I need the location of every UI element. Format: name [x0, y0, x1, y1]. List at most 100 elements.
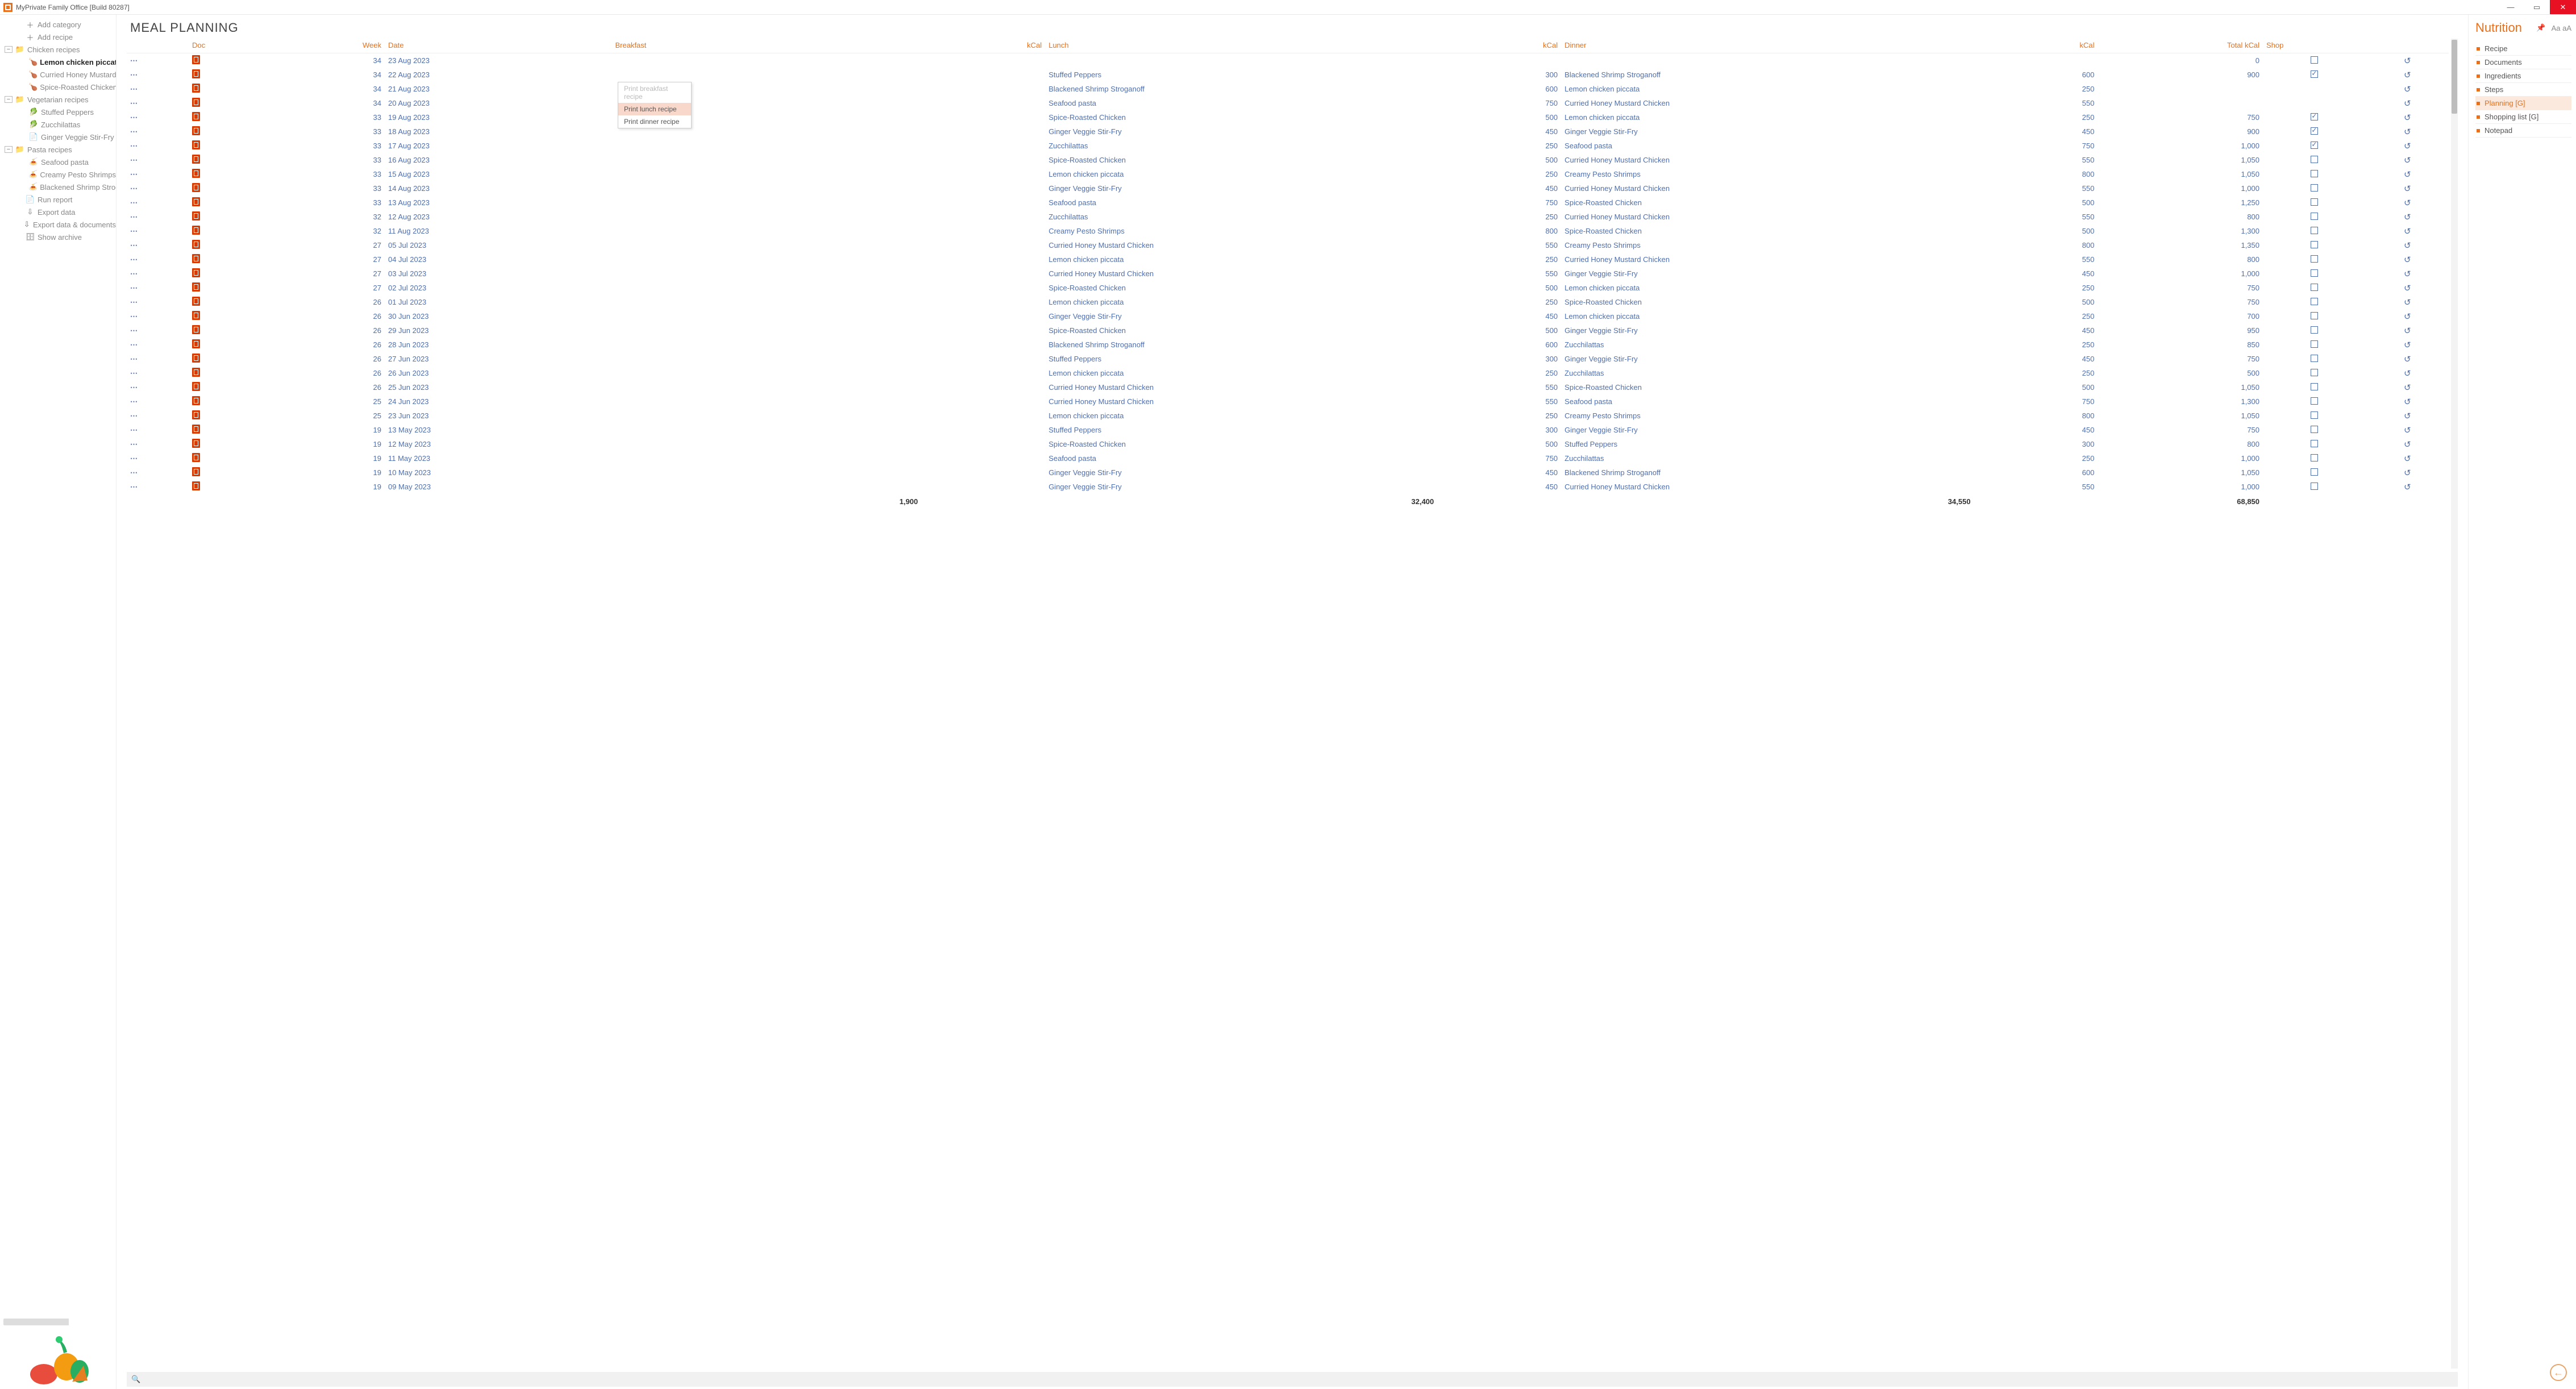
context-menu-item[interactable]: Print dinner recipe	[618, 115, 691, 128]
document-icon[interactable]	[192, 268, 200, 277]
document-icon[interactable]	[192, 112, 200, 121]
document-icon[interactable]	[192, 98, 200, 107]
recycle-icon[interactable]: ↺	[2404, 340, 2411, 350]
shop-checkbox[interactable]	[2311, 326, 2318, 334]
shop-checkbox[interactable]	[2311, 397, 2318, 405]
col-kcal-breakfast[interactable]: kCal	[921, 39, 1045, 53]
grid-vertical-scrollbar[interactable]	[2451, 39, 2458, 1369]
tree-item[interactable]: ＋Add category	[0, 18, 116, 31]
document-icon[interactable]	[192, 410, 200, 419]
shop-checkbox[interactable]	[2311, 440, 2318, 447]
document-icon[interactable]	[192, 425, 200, 434]
document-icon[interactable]	[192, 311, 200, 320]
shop-checkbox[interactable]	[2311, 70, 2318, 78]
table-row[interactable]: ⋯3420 Aug 2023Seafood pasta750Curried Ho…	[127, 96, 2449, 110]
recycle-icon[interactable]: ↺	[2404, 255, 2411, 265]
table-row[interactable]: ⋯3212 Aug 2023Zucchilattas250Curried Hon…	[127, 210, 2449, 224]
recycle-icon[interactable]: ↺	[2404, 85, 2411, 94]
row-menu-button[interactable]: ⋯	[130, 213, 138, 221]
tree-twisty-icon[interactable]: −	[5, 96, 13, 103]
row-menu-button[interactable]: ⋯	[130, 85, 138, 93]
pin-icon[interactable]: 📌	[2536, 23, 2545, 32]
maximize-button[interactable]: ▭	[2524, 0, 2550, 14]
tree-item[interactable]: 🍝Blackened Shrimp Stroganoff	[0, 181, 116, 193]
document-icon[interactable]	[192, 169, 200, 178]
table-row[interactable]: ⋯2705 Jul 2023Curried Honey Mustard Chic…	[127, 238, 2449, 252]
document-icon[interactable]	[192, 55, 200, 64]
recycle-icon[interactable]: ↺	[2404, 70, 2411, 80]
row-menu-button[interactable]: ⋯	[130, 156, 138, 164]
recycle-icon[interactable]: ↺	[2404, 454, 2411, 464]
row-menu-button[interactable]: ⋯	[130, 326, 138, 335]
shop-checkbox[interactable]	[2311, 269, 2318, 277]
recycle-icon[interactable]: ↺	[2404, 383, 2411, 393]
document-icon[interactable]	[192, 240, 200, 249]
context-menu-item[interactable]: Print lunch recipe	[618, 103, 691, 115]
row-menu-button[interactable]: ⋯	[130, 56, 138, 65]
recycle-icon[interactable]: ↺	[2404, 326, 2411, 336]
table-row[interactable]: ⋯2626 Jun 2023Lemon chicken piccata250Zu…	[127, 366, 2449, 380]
row-menu-button[interactable]: ⋯	[130, 227, 138, 235]
table-row[interactable]: ⋯3319 Aug 2023Spice-Roasted Chicken500Le…	[127, 110, 2449, 124]
recycle-icon[interactable]: ↺	[2404, 170, 2411, 180]
document-icon[interactable]	[192, 339, 200, 348]
shop-checkbox[interactable]	[2311, 184, 2318, 192]
right-nav-item[interactable]: Steps	[2475, 83, 2571, 97]
document-icon[interactable]	[192, 453, 200, 462]
document-icon[interactable]	[192, 197, 200, 206]
recycle-icon[interactable]: ↺	[2404, 213, 2411, 222]
document-icon[interactable]	[192, 183, 200, 192]
shop-checkbox[interactable]	[2311, 454, 2318, 461]
recycle-icon[interactable]: ↺	[2404, 369, 2411, 379]
row-menu-button[interactable]: ⋯	[130, 312, 138, 321]
table-row[interactable]: ⋯2524 Jun 2023Curried Honey Mustard Chic…	[127, 394, 2449, 409]
document-icon[interactable]	[192, 155, 200, 164]
row-menu-button[interactable]: ⋯	[130, 369, 138, 377]
tree-item[interactable]: 🍗Lemon chicken piccata	[0, 56, 116, 68]
col-date[interactable]: Date	[385, 39, 612, 53]
back-button[interactable]: ←	[2550, 1364, 2567, 1381]
row-menu-button[interactable]: ⋯	[130, 440, 138, 448]
recycle-icon[interactable]: ↺	[2404, 241, 2411, 251]
right-nav-item[interactable]: Shopping list [G]	[2475, 110, 2571, 124]
document-icon[interactable]	[192, 354, 200, 363]
table-row[interactable]: ⋯2702 Jul 2023Spice-Roasted Chicken500Le…	[127, 281, 2449, 295]
tree-item[interactable]: 🥬Zucchilattas	[0, 118, 116, 131]
tree-item[interactable]: −📁Chicken recipes	[0, 43, 116, 56]
shop-checkbox[interactable]	[2311, 113, 2318, 120]
shop-checkbox[interactable]	[2311, 241, 2318, 248]
document-icon[interactable]	[192, 439, 200, 448]
shop-checkbox[interactable]	[2311, 483, 2318, 490]
table-row[interactable]: ⋯3315 Aug 2023Lemon chicken piccata250Cr…	[127, 167, 2449, 181]
document-icon[interactable]	[192, 382, 200, 391]
font-size-icon[interactable]: Aa aA	[2552, 24, 2571, 32]
document-icon[interactable]	[192, 297, 200, 306]
minimize-button[interactable]: —	[2498, 0, 2524, 14]
tree-twisty-icon[interactable]: −	[5, 46, 13, 53]
recycle-icon[interactable]: ↺	[2404, 269, 2411, 279]
row-menu-button[interactable]: ⋯	[130, 468, 138, 477]
right-nav-item[interactable]: Notepad	[2475, 124, 2571, 138]
document-icon[interactable]	[192, 69, 200, 78]
row-menu-button[interactable]: ⋯	[130, 255, 138, 264]
recycle-icon[interactable]: ↺	[2404, 127, 2411, 137]
tree-item[interactable]: −📁Pasta recipes	[0, 143, 116, 156]
table-row[interactable]: ⋯1910 May 2023Ginger Veggie Stir-Fry450B…	[127, 465, 2449, 480]
shop-checkbox[interactable]	[2311, 255, 2318, 263]
col-dinner[interactable]: Dinner	[1561, 39, 1974, 53]
recycle-icon[interactable]: ↺	[2404, 440, 2411, 450]
table-row[interactable]: ⋯3314 Aug 2023Ginger Veggie Stir-Fry450C…	[127, 181, 2449, 196]
recycle-icon[interactable]: ↺	[2404, 483, 2411, 492]
table-row[interactable]: ⋯3421 Aug 2023Blackened Shrimp Stroganof…	[127, 82, 2449, 96]
row-menu-button[interactable]: ⋯	[130, 426, 138, 434]
document-icon[interactable]	[192, 396, 200, 405]
shop-checkbox[interactable]	[2311, 56, 2318, 64]
shop-checkbox[interactable]	[2311, 312, 2318, 319]
table-row[interactable]: ⋯3318 Aug 2023Ginger Veggie Stir-Fry450G…	[127, 124, 2449, 139]
shop-checkbox[interactable]	[2311, 213, 2318, 220]
table-row[interactable]: ⋯2704 Jul 2023Lemon chicken piccata250Cu…	[127, 252, 2449, 267]
table-row[interactable]: ⋯3317 Aug 2023Zucchilattas250Seafood pas…	[127, 139, 2449, 153]
document-icon[interactable]	[192, 467, 200, 476]
table-row[interactable]: ⋯3316 Aug 2023Spice-Roasted Chicken500Cu…	[127, 153, 2449, 167]
table-row[interactable]: ⋯2625 Jun 2023Curried Honey Mustard Chic…	[127, 380, 2449, 394]
